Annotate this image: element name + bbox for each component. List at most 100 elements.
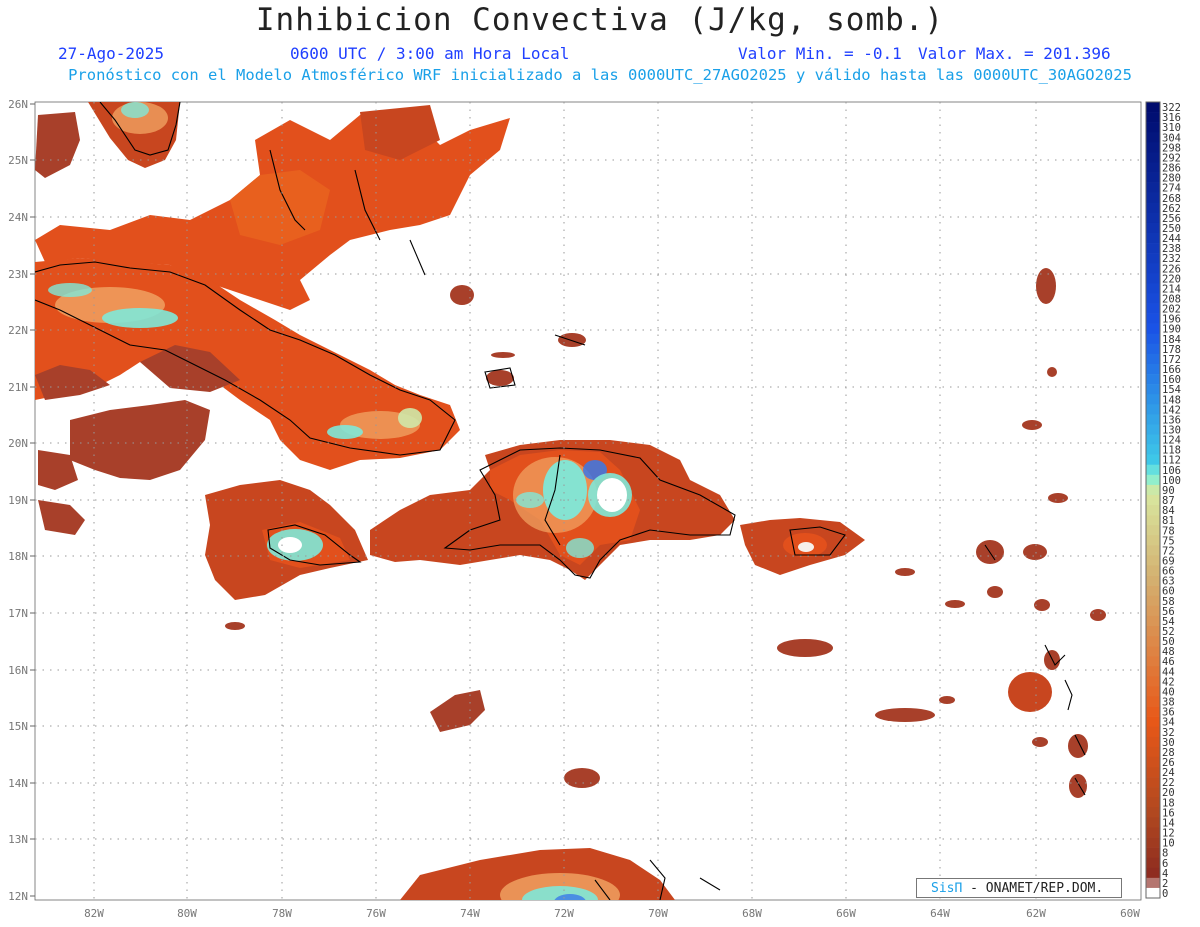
colorbar-swatch — [1146, 686, 1160, 697]
colorbar-swatch — [1146, 182, 1160, 193]
cin-map: 26N 25N 24N 23N 22N 21N 20N 19N 18N 17N … — [8, 98, 1181, 920]
lon-axis: 82W 80W 78W 76W 74W 72W 70W 68W 66W 64W … — [84, 907, 1140, 920]
lon-label: 70W — [648, 907, 668, 920]
lon-label: 78W — [272, 907, 292, 920]
colorbar-swatch — [1146, 474, 1160, 486]
colorbar-swatch — [1146, 515, 1160, 526]
colorbar-swatch — [1146, 615, 1160, 627]
colorbar-swatch — [1146, 736, 1160, 748]
colorbar-swatch — [1146, 394, 1160, 405]
colorbar-swatch — [1146, 313, 1160, 324]
colorbar-swatch — [1146, 424, 1160, 435]
colorbar-swatch — [1146, 535, 1160, 546]
lon-label: 62W — [1026, 907, 1046, 920]
colorbar-swatch — [1146, 575, 1160, 586]
sispi-logo: SisΠ — [931, 881, 963, 896]
colorbar-swatch — [1146, 817, 1160, 828]
colorbar-swatch — [1146, 625, 1160, 637]
colorbar-swatch — [1146, 212, 1160, 224]
colorbar-swatch — [1146, 293, 1160, 304]
lat-label: 16N — [8, 664, 28, 677]
colorbar-swatch — [1146, 434, 1160, 445]
credit-text: - ONAMET/REP.DOM. — [962, 881, 1104, 896]
colorbar: 3223163103042982922862802742682622562502… — [1145, 101, 1181, 900]
colorbar-swatch — [1146, 797, 1160, 808]
colorbar-swatch — [1146, 525, 1160, 536]
colorbar-swatch — [1146, 323, 1160, 335]
colorbar-swatch — [1146, 464, 1160, 476]
lon-label: 60W — [1120, 907, 1140, 920]
lon-label: 72W — [554, 907, 574, 920]
colorbar-swatch — [1146, 505, 1160, 516]
colorbar-swatch — [1146, 494, 1160, 506]
colorbar-swatch — [1146, 746, 1160, 758]
lon-label: 68W — [742, 907, 762, 920]
colorbar-swatch — [1146, 414, 1160, 425]
colorbar-swatch — [1146, 837, 1160, 848]
lat-label: 23N — [8, 268, 28, 281]
lon-label: 76W — [366, 907, 386, 920]
colorbar-swatch — [1146, 726, 1160, 738]
colorbar-swatch — [1146, 595, 1160, 607]
colorbar-swatch — [1146, 847, 1160, 858]
colorbar-swatch — [1146, 716, 1160, 728]
lat-label: 12N — [8, 890, 28, 903]
lat-label: 21N — [8, 381, 28, 394]
colorbar-swatch — [1146, 253, 1160, 264]
colorbar-swatch — [1146, 333, 1160, 345]
colorbar-swatch — [1146, 374, 1160, 385]
colorbar-swatch — [1146, 585, 1160, 597]
colorbar-swatch — [1146, 756, 1160, 768]
colorbar-swatch — [1146, 857, 1160, 869]
colorbar-swatch — [1146, 202, 1160, 214]
lon-label: 82W — [84, 907, 104, 920]
colorbar-swatch — [1146, 192, 1160, 204]
colorbar-swatch — [1146, 444, 1160, 455]
colorbar-swatch — [1146, 162, 1160, 173]
colorbar-swatch — [1146, 132, 1160, 143]
lat-label: 20N — [8, 437, 28, 450]
colorbar-swatch — [1146, 656, 1160, 667]
colorbar-swatch — [1146, 767, 1160, 778]
colorbar-swatch — [1146, 303, 1160, 314]
colorbar-swatch — [1146, 102, 1160, 113]
colorbar-swatch — [1146, 172, 1160, 183]
colorbar-swatch — [1146, 827, 1160, 838]
lat-axis: 26N 25N 24N 23N 22N 21N 20N 19N 18N 17N … — [8, 98, 28, 903]
colorbar-swatch — [1146, 404, 1160, 415]
colorbar-swatch — [1146, 565, 1160, 576]
lat-label: 13N — [8, 833, 28, 846]
colorbar-swatch — [1146, 273, 1160, 284]
colorbar-swatch — [1146, 363, 1160, 375]
colorbar-swatch — [1146, 243, 1160, 254]
colorbar-swatch — [1146, 877, 1160, 889]
lon-label: 66W — [836, 907, 856, 920]
colorbar-swatch — [1146, 706, 1160, 717]
colorbar-swatch — [1146, 283, 1160, 294]
colorbar-swatch — [1146, 142, 1160, 153]
colorbar-swatch — [1146, 545, 1160, 556]
colorbar-swatch — [1146, 152, 1160, 163]
colorbar-swatch — [1146, 343, 1160, 355]
lat-label: 17N — [8, 607, 28, 620]
lat-label: 22N — [8, 324, 28, 337]
lon-label: 80W — [177, 907, 197, 920]
colorbar-swatch — [1146, 263, 1160, 274]
lat-label: 19N — [8, 494, 28, 507]
colorbar-swatch — [1146, 122, 1160, 133]
lat-label: 15N — [8, 720, 28, 733]
lon-label: 64W — [930, 907, 950, 920]
lat-label: 26N — [8, 98, 28, 111]
colorbar-swatch — [1146, 676, 1160, 687]
colorbar-swatch — [1146, 646, 1160, 657]
colorbar-swatch — [1146, 696, 1160, 707]
colorbar-swatch — [1146, 777, 1160, 788]
colorbar-swatch — [1146, 807, 1160, 818]
colorbar-swatch — [1146, 112, 1160, 123]
colorbar-swatch — [1146, 636, 1160, 647]
lat-label: 25N — [8, 154, 28, 167]
colorbar-swatch — [1146, 353, 1160, 365]
colorbar-swatch — [1146, 555, 1160, 566]
credit-box: SisΠ - ONAMET/REP.DOM. — [916, 878, 1122, 898]
colorbar-label: 0 — [1162, 888, 1168, 900]
